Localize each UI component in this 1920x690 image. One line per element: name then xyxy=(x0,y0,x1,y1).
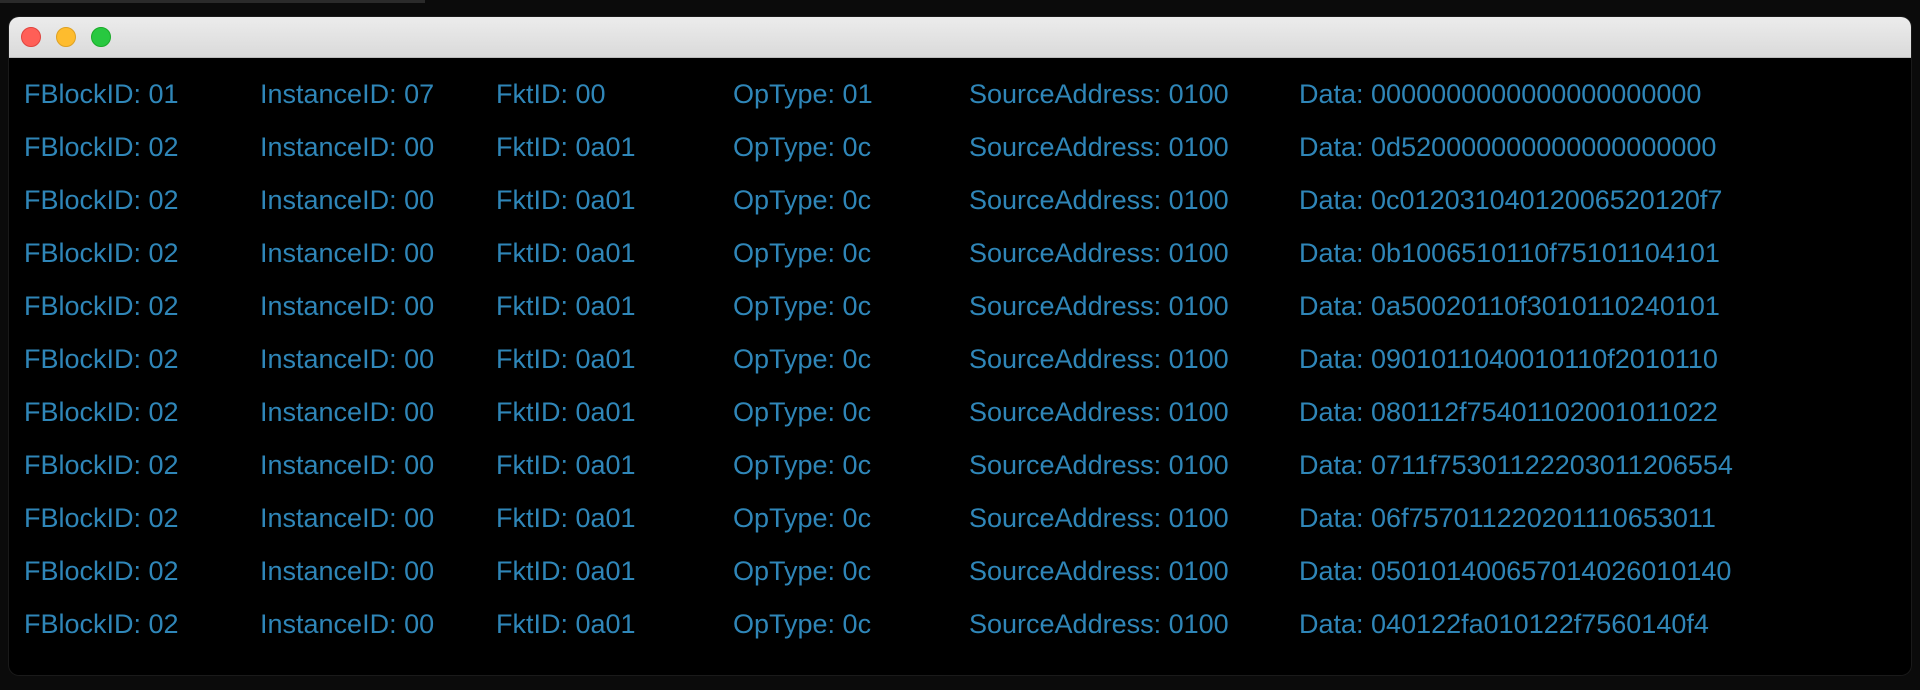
op-type: OpType: 0c xyxy=(733,238,872,268)
instance-id: InstanceID: 00 xyxy=(260,185,435,215)
source-address: SourceAddress: 0100 xyxy=(969,132,1229,162)
message-log: FBlockID: 01 InstanceID: 07 FktID: 00 Op… xyxy=(9,57,1911,647)
log-row: FBlockID: 02 InstanceID: 00 FktID: 0a01 … xyxy=(9,435,1911,488)
log-row: FBlockID: 02 InstanceID: 00 FktID: 0a01 … xyxy=(9,594,1911,647)
data-payload: Data: 040122fa010122f7560140f4 xyxy=(1299,609,1709,639)
fblock-id: FBlockID: 02 xyxy=(24,397,179,427)
log-row: FBlockID: 02 InstanceID: 00 FktID: 0a01 … xyxy=(9,276,1911,329)
log-row: FBlockID: 02 InstanceID: 00 FktID: 0a01 … xyxy=(9,382,1911,435)
source-address: SourceAddress: 0100 xyxy=(969,556,1229,586)
fkt-id: FktID: 0a01 xyxy=(496,132,636,162)
fkt-id: FktID: 0a01 xyxy=(496,185,636,215)
instance-id: InstanceID: 00 xyxy=(260,503,435,533)
instance-id: InstanceID: 00 xyxy=(260,132,435,162)
fkt-id: FktID: 00 xyxy=(496,79,606,109)
fblock-id: FBlockID: 02 xyxy=(24,291,179,321)
data-payload: Data: 06f757011220201110653011 xyxy=(1299,503,1716,533)
op-type: OpType: 0c xyxy=(733,609,872,639)
fkt-id: FktID: 0a01 xyxy=(496,291,636,321)
fkt-id: FktID: 0a01 xyxy=(496,238,636,268)
source-address: SourceAddress: 0100 xyxy=(969,450,1229,480)
data-payload: Data: 080112f75401102001011022 xyxy=(1299,397,1718,427)
source-address: SourceAddress: 0100 xyxy=(969,397,1229,427)
instance-id: InstanceID: 00 xyxy=(260,344,435,374)
fkt-id: FktID: 0a01 xyxy=(496,344,636,374)
source-address: SourceAddress: 0100 xyxy=(969,79,1229,109)
data-payload: Data: 0b1006510110f75101104101 xyxy=(1299,238,1720,268)
fblock-id: FBlockID: 02 xyxy=(24,344,179,374)
op-type: OpType: 0c xyxy=(733,344,872,374)
fblock-id: FBlockID: 02 xyxy=(24,132,179,162)
op-type: OpType: 0c xyxy=(733,556,872,586)
window-titlebar[interactable] xyxy=(9,17,1911,58)
instance-id: InstanceID: 00 xyxy=(260,609,435,639)
op-type: OpType: 0c xyxy=(733,503,872,533)
terminal-window: FBlockID: 01 InstanceID: 07 FktID: 00 Op… xyxy=(9,17,1911,675)
source-address: SourceAddress: 0100 xyxy=(969,344,1229,374)
op-type: OpType: 0c xyxy=(733,185,872,215)
fkt-id: FktID: 0a01 xyxy=(496,397,636,427)
log-row: FBlockID: 02 InstanceID: 00 FktID: 0a01 … xyxy=(9,170,1911,223)
instance-id: InstanceID: 00 xyxy=(260,397,435,427)
log-row: FBlockID: 02 InstanceID: 00 FktID: 0a01 … xyxy=(9,541,1911,594)
source-address: SourceAddress: 0100 xyxy=(969,238,1229,268)
instance-id: InstanceID: 00 xyxy=(260,291,435,321)
fblock-id: FBlockID: 02 xyxy=(24,450,179,480)
log-row: FBlockID: 02 InstanceID: 00 FktID: 0a01 … xyxy=(9,329,1911,382)
zoom-window-button[interactable] xyxy=(91,27,111,47)
data-payload: Data: 0a50020110f3010110240101 xyxy=(1299,291,1720,321)
fblock-id: FBlockID: 02 xyxy=(24,556,179,586)
instance-id: InstanceID: 00 xyxy=(260,238,435,268)
log-row: FBlockID: 02 InstanceID: 00 FktID: 0a01 … xyxy=(9,488,1911,541)
source-address: SourceAddress: 0100 xyxy=(969,503,1229,533)
op-type: OpType: 0c xyxy=(733,291,872,321)
data-payload: Data: 0901011040010110f2010110 xyxy=(1299,344,1718,374)
instance-id: InstanceID: 00 xyxy=(260,450,435,480)
fblock-id: FBlockID: 02 xyxy=(24,238,179,268)
data-payload: Data: 0000000000000000000000 xyxy=(1299,79,1702,109)
source-address: SourceAddress: 0100 xyxy=(969,291,1229,321)
op-type: OpType: 0c xyxy=(733,132,872,162)
minimize-window-button[interactable] xyxy=(56,27,76,47)
op-type: OpType: 0c xyxy=(733,450,872,480)
fkt-id: FktID: 0a01 xyxy=(496,503,636,533)
source-address: SourceAddress: 0100 xyxy=(969,185,1229,215)
data-payload: Data: 0711f75301122203011206554 xyxy=(1299,450,1733,480)
log-row: FBlockID: 01 InstanceID: 07 FktID: 00 Op… xyxy=(9,64,1911,117)
background-strip xyxy=(0,0,425,3)
log-row: FBlockID: 02 InstanceID: 00 FktID: 0a01 … xyxy=(9,117,1911,170)
data-payload: Data: 050101400657014026010140 xyxy=(1299,556,1732,586)
instance-id: InstanceID: 07 xyxy=(260,79,435,109)
op-type: OpType: 01 xyxy=(733,79,873,109)
fkt-id: FktID: 0a01 xyxy=(496,450,636,480)
instance-id: InstanceID: 00 xyxy=(260,556,435,586)
fkt-id: FktID: 0a01 xyxy=(496,609,636,639)
source-address: SourceAddress: 0100 xyxy=(969,609,1229,639)
fblock-id: FBlockID: 02 xyxy=(24,185,179,215)
log-row: FBlockID: 02 InstanceID: 00 FktID: 0a01 … xyxy=(9,223,1911,276)
data-payload: Data: 0c01203104012006520120f7 xyxy=(1299,185,1723,215)
op-type: OpType: 0c xyxy=(733,397,872,427)
fkt-id: FktID: 0a01 xyxy=(496,556,636,586)
fblock-id: FBlockID: 02 xyxy=(24,609,179,639)
data-payload: Data: 0d520000000000000000000 xyxy=(1299,132,1717,162)
close-window-button[interactable] xyxy=(21,27,41,47)
fblock-id: FBlockID: 02 xyxy=(24,503,179,533)
fblock-id: FBlockID: 01 xyxy=(24,79,179,109)
